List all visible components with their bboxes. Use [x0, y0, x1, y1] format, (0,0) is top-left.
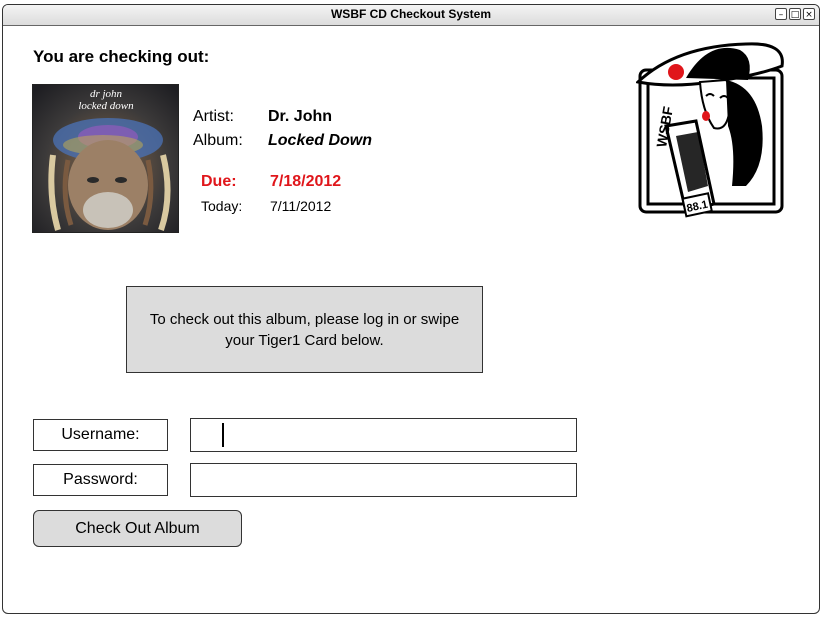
login-instructions: To check out this album, please log in o…	[126, 286, 483, 373]
check-out-album-button[interactable]: Check Out Album	[33, 510, 242, 547]
due-date: 7/18/2012	[270, 173, 342, 190]
text-cursor	[222, 423, 224, 447]
minimize-icon[interactable]: –	[775, 8, 787, 20]
album-cover-art: dr john locked down	[33, 85, 178, 232]
close-icon[interactable]: ×	[803, 8, 815, 20]
today-label: Today:	[201, 198, 243, 214]
album-cover-image: dr john locked down	[32, 84, 179, 233]
album-value: Locked Down	[268, 132, 373, 149]
window-title: WSBF CD Checkout System	[330, 7, 492, 21]
album-label: Album:	[193, 132, 243, 149]
wsbf-logo: WSBF 88.1	[634, 36, 786, 236]
username-label: Username:	[33, 419, 168, 451]
due-label: Due:	[201, 173, 237, 190]
wsbf-logo-art: WSBF 88.1	[634, 42, 784, 218]
username-input[interactable]	[190, 418, 577, 452]
title-bar[interactable]: WSBF CD Checkout System – □ ×	[3, 5, 819, 26]
artist-label: Artist:	[193, 108, 234, 125]
window-controls: – □ ×	[775, 8, 815, 20]
cover-text-artist: dr john	[90, 88, 123, 100]
password-input[interactable]	[190, 463, 577, 497]
page-heading: You are checking out:	[33, 47, 210, 66]
today-date: 7/11/2012	[270, 198, 332, 214]
cover-text-album: locked down	[78, 100, 134, 112]
artist-value: Dr. John	[268, 108, 333, 125]
maximize-icon[interactable]: □	[789, 8, 801, 20]
password-label: Password:	[33, 464, 168, 496]
